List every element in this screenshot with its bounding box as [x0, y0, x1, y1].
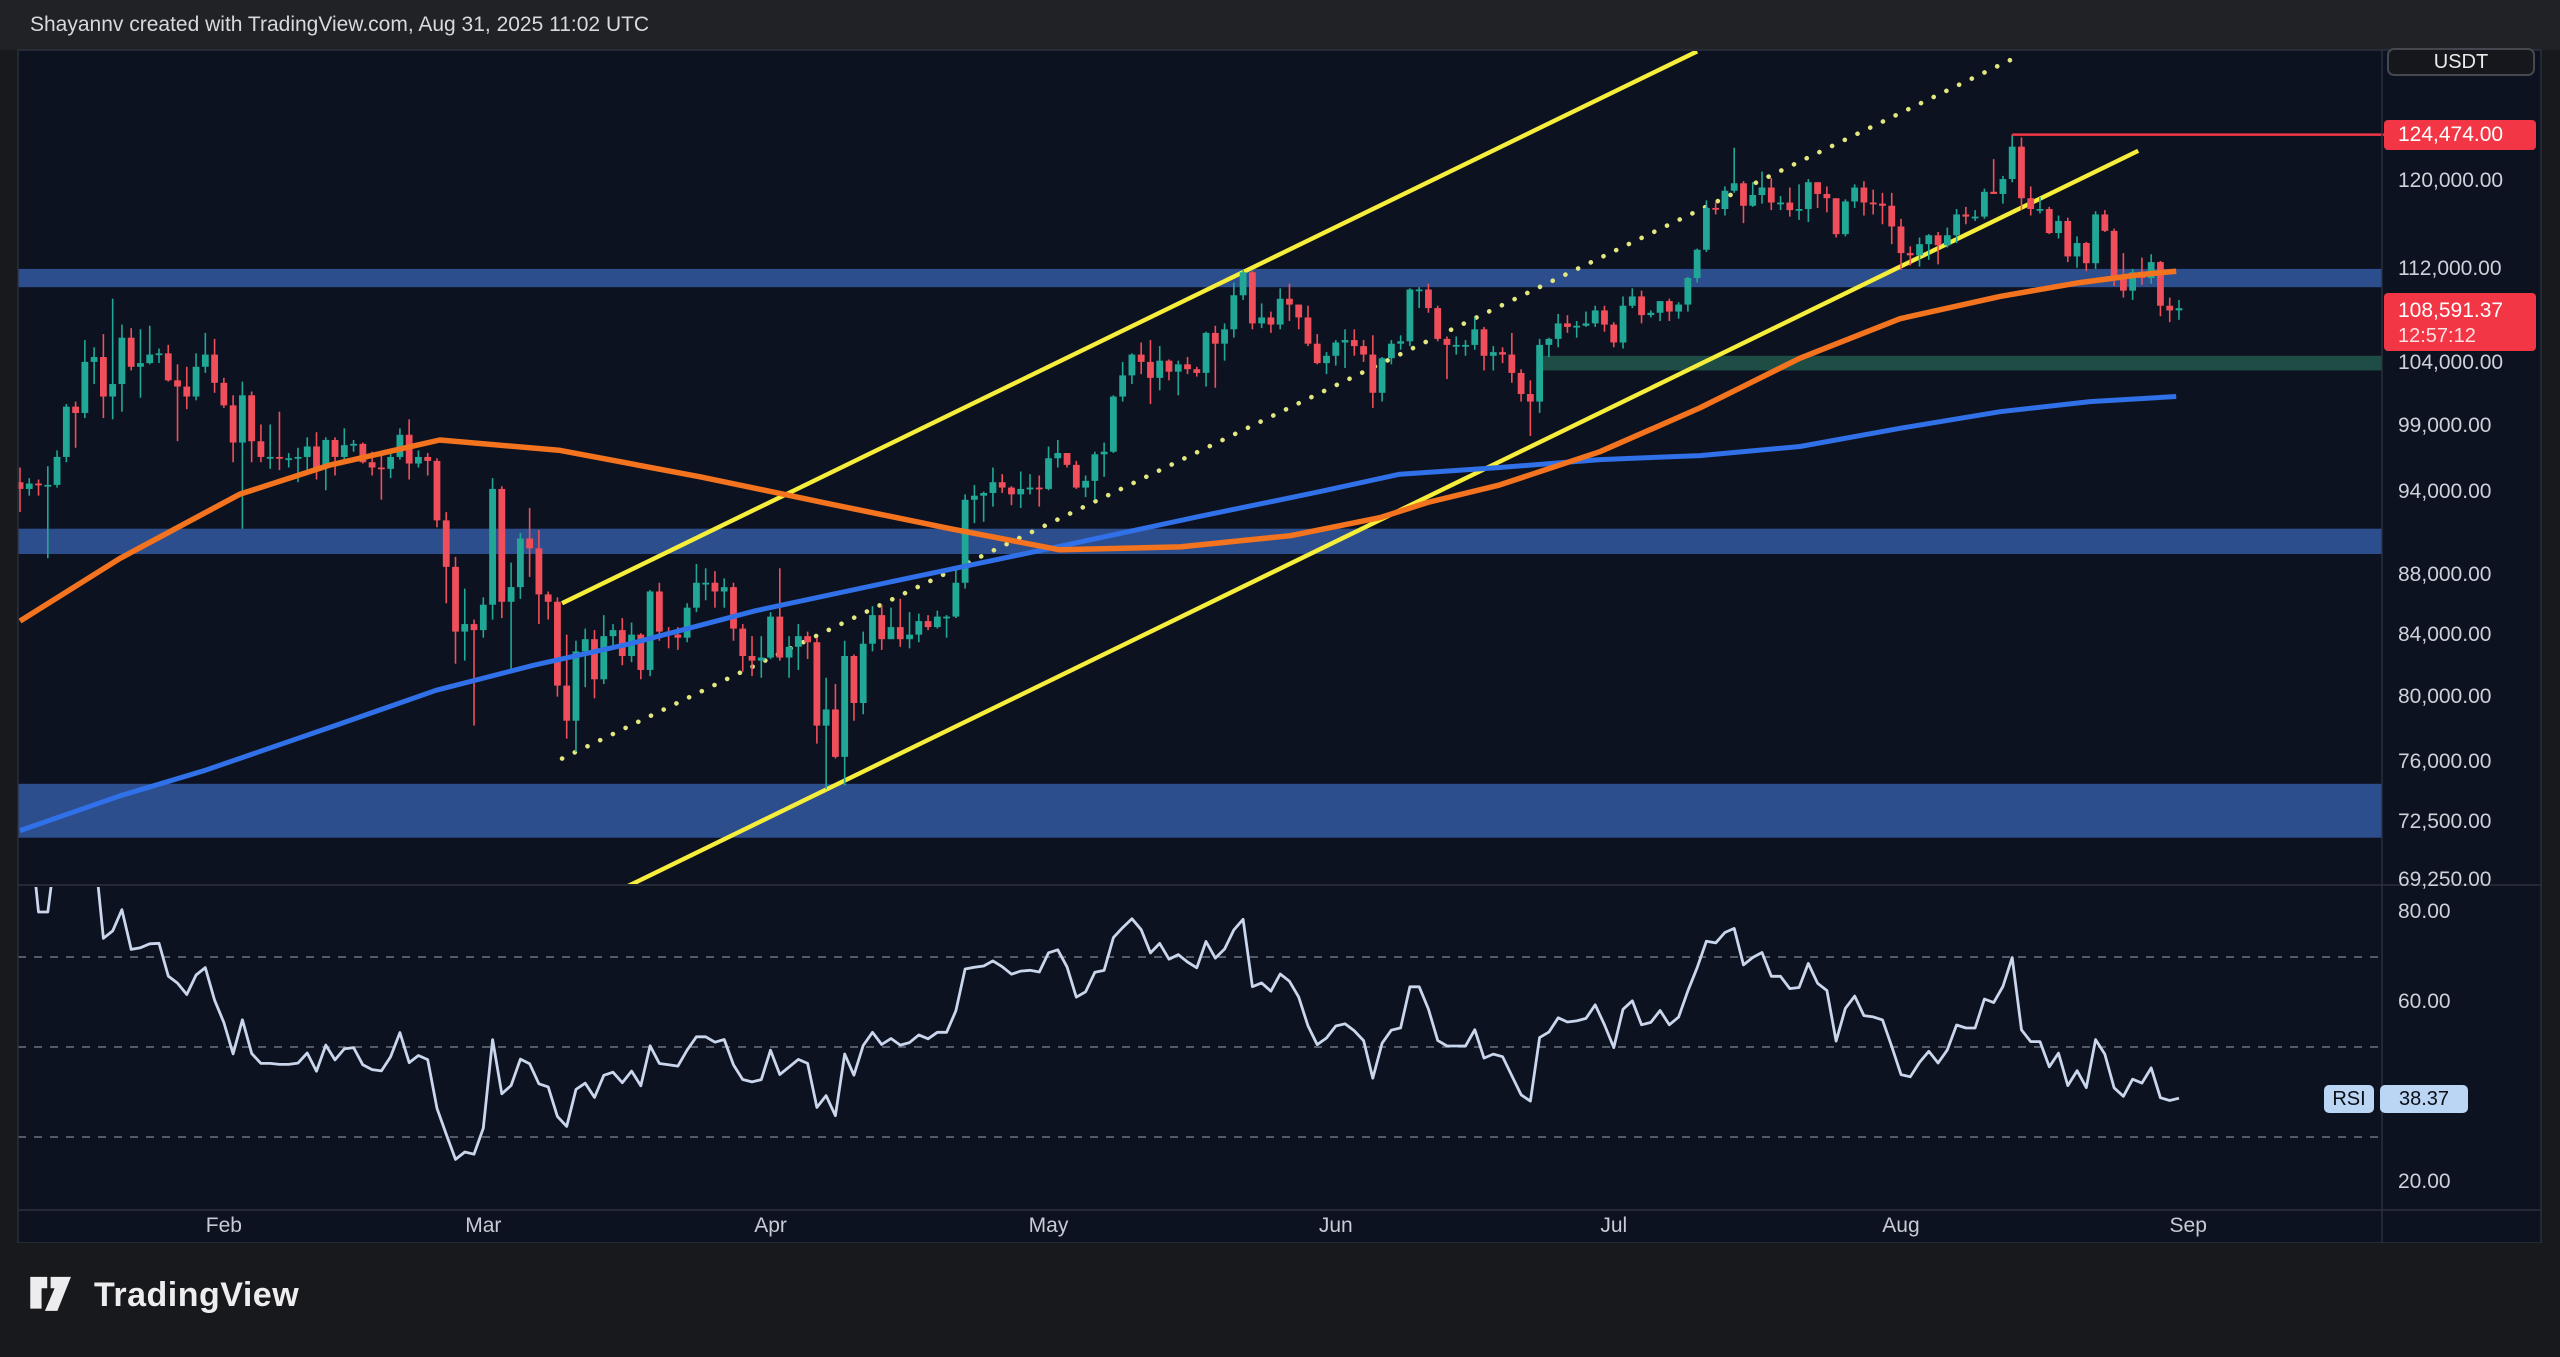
tradingview-logo-link[interactable]: TradingView [28, 1271, 299, 1319]
tradingview-logo-text: TradingView [94, 1276, 299, 1315]
month-tick: Jul [1569, 1213, 1659, 1239]
rsi-tick: 20.00 [2398, 1169, 2451, 1195]
tradingview-chart-screenshot: Shayannv created with TradingView.com, A… [0, 0, 2560, 1357]
month-tick: Sep [2143, 1213, 2233, 1239]
month-tick: May [1004, 1213, 1094, 1239]
last-price-badge: 108,591.37 12:57:12 [2384, 293, 2536, 351]
zone-support [18, 529, 2382, 554]
price-tick: 80,000.00 [2398, 684, 2491, 710]
zone-demand [1540, 356, 2382, 371]
price-tick: 76,000.00 [2398, 749, 2491, 775]
rsi-label-badge: RSI [2324, 1085, 2374, 1113]
month-tick: Apr [726, 1213, 816, 1239]
price-tick: 99,000.00 [2398, 413, 2491, 439]
currency-toggle-button[interactable]: USDT [2387, 48, 2535, 76]
rsi-value-badge: 38.37 [2380, 1085, 2468, 1113]
zone-support [18, 784, 2382, 838]
price-tick: 84,000.00 [2398, 622, 2491, 648]
price-tick: 69,250.00 [2398, 867, 2491, 893]
rsi-tick: 80.00 [2398, 899, 2451, 925]
zone-resistance [18, 269, 2382, 287]
price-tick: 94,000.00 [2398, 479, 2491, 505]
last-price-value: 108,591.37 [2384, 297, 2536, 324]
tradingview-logo-icon [28, 1271, 80, 1319]
ath-price-value: 124,474.00 [2384, 121, 2536, 148]
month-tick: Feb [179, 1213, 269, 1239]
footer-bar: TradingView [0, 1243, 2560, 1357]
rsi-tick: 60.00 [2398, 989, 2451, 1015]
chart-canvas[interactable] [0, 0, 2560, 1357]
price-tick: 120,000.00 [2398, 168, 2503, 194]
month-tick: Jun [1291, 1213, 1381, 1239]
price-tick: 112,000.00 [2398, 256, 2502, 282]
price-tick: 88,000.00 [2398, 562, 2491, 588]
ath-price-badge: 124,474.00 [2384, 120, 2536, 150]
month-tick: Mar [438, 1213, 528, 1239]
candle-close-countdown: 12:57:12 [2384, 324, 2536, 348]
price-tick: 72,500.00 [2398, 809, 2491, 835]
price-tick: 104,000.00 [2398, 350, 2503, 376]
month-tick: Aug [1856, 1213, 1946, 1239]
